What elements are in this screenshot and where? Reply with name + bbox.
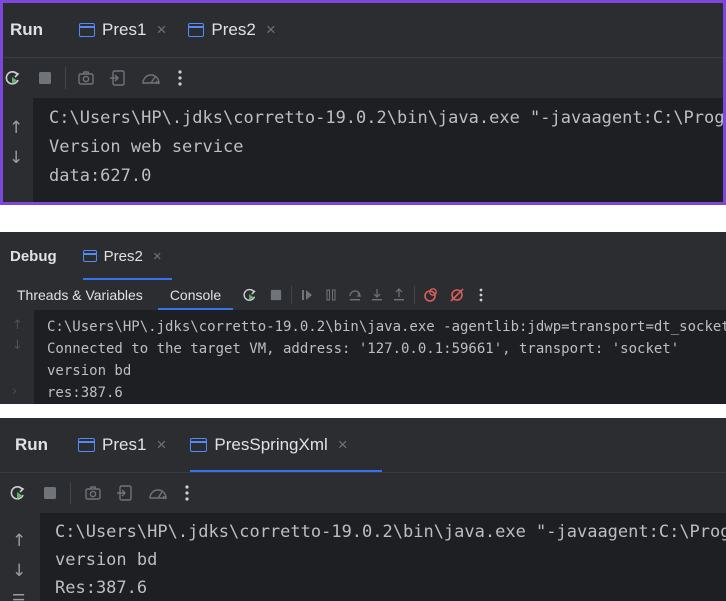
console-lines: C:\Users\HP\.jdks\corretto-19.0.2\bin\ja…	[49, 104, 723, 191]
step-over-icon[interactable]	[348, 288, 362, 302]
tool-window-title: Run	[10, 20, 44, 39]
console-lines: C:\Users\HP\.jdks\corretto-19.0.2\bin\ja…	[55, 518, 726, 601]
arrow-down-icon[interactable]: ↓	[12, 338, 23, 353]
step-into-icon[interactable]	[370, 288, 384, 302]
pause-icon[interactable]	[324, 288, 338, 302]
arrow-down-icon[interactable]: ↓	[12, 561, 26, 581]
arrow-up-icon[interactable]: ↑	[12, 531, 26, 551]
tab-console[interactable]: Console	[157, 280, 234, 310]
toolbar-separator	[70, 482, 71, 504]
more-vertical-icon[interactable]	[176, 68, 184, 88]
stop-icon[interactable]	[37, 70, 53, 86]
console-line: version bd	[47, 363, 132, 379]
console-gutter: ↑ ↓	[3, 98, 33, 202]
console-line: Res:387.6	[55, 578, 148, 598]
console-output[interactable]: ↑ ↓ › C:\Users\HP\.jdks\corretto-19.0.2\…	[0, 310, 726, 404]
close-icon[interactable]: ×	[156, 20, 166, 40]
gauge-icon[interactable]	[147, 483, 169, 503]
gauge-icon[interactable]	[140, 68, 162, 88]
tool-window-title: Debug	[10, 247, 57, 265]
stop-icon[interactable]	[269, 288, 283, 302]
tab-pres1[interactable]: Pres1 ×	[79, 3, 180, 57]
console-line: res:387.6	[47, 385, 123, 401]
more-vertical-icon[interactable]	[183, 483, 191, 503]
tab-threads-variables[interactable]: Threads & Variables	[17, 280, 143, 310]
run-tool-window-1: Run Pres1 × Pres2 × ↑ ↓ C:\Users\HP\.jdk…	[0, 0, 726, 205]
tab-pres2[interactable]: Pres2 ×	[188, 3, 289, 57]
run-tab-bar: Run Pres1 × PresSpringXml ×	[0, 418, 726, 473]
soft-wrap-icon[interactable]: ☰	[12, 591, 25, 601]
toolbar-separator	[414, 286, 416, 304]
camera-icon[interactable]	[83, 483, 103, 503]
close-icon[interactable]: ×	[266, 20, 276, 40]
console-output[interactable]: ↑ ↓ ☰ C:\Users\HP\.jdks\corretto-19.0.2\…	[0, 513, 726, 601]
run-tab-bar: Run Pres1 × Pres2 ×	[3, 3, 723, 58]
tab-presspringxml[interactable]: PresSpringXml ×	[190, 418, 383, 472]
chevron-right-icon[interactable]: ›	[12, 384, 17, 399]
tab-pres1[interactable]: Pres1 ×	[78, 418, 180, 472]
resume-icon[interactable]	[300, 288, 314, 302]
arrow-up-icon[interactable]: ↑	[9, 118, 23, 138]
close-icon[interactable]: ×	[156, 435, 166, 455]
tab-label: Pres2	[211, 20, 256, 39]
rerun-icon[interactable]	[241, 286, 259, 304]
console-tab-icon	[82, 250, 97, 262]
toolbar-separator	[65, 67, 66, 89]
run-toolbar	[3, 58, 723, 98]
tab-label: PresSpringXml	[214, 435, 328, 454]
console-lines: C:\Users\HP\.jdks\corretto-19.0.2\bin\ja…	[47, 316, 726, 404]
restore-layout-icon[interactable]	[108, 68, 128, 88]
toolbar-separator	[291, 286, 293, 304]
console-line: data:627.0	[49, 166, 152, 186]
close-icon[interactable]: ×	[338, 435, 348, 455]
console-gutter: ↑ ↓ ☰	[0, 513, 40, 601]
console-tab-icon	[188, 23, 205, 37]
rerun-icon[interactable]	[3, 68, 23, 88]
step-out-icon[interactable]	[392, 288, 406, 302]
console-line: Connected to the target VM, address: '12…	[47, 341, 680, 357]
console-tab-icon	[78, 438, 96, 452]
console-tab-icon	[79, 23, 96, 37]
tab-pres2[interactable]: Pres2 ×	[82, 232, 172, 280]
debug-toolbar: Threads & Variables Console	[0, 280, 726, 310]
console-line: C:\Users\HP\.jdks\corretto-19.0.2\bin\ja…	[55, 522, 726, 542]
console-line: C:\Users\HP\.jdks\corretto-19.0.2\bin\ja…	[49, 108, 726, 128]
stop-icon[interactable]	[42, 485, 58, 501]
console-line: Version web service	[49, 137, 244, 157]
restore-layout-icon[interactable]	[115, 483, 135, 503]
tool-window-title: Run	[15, 435, 49, 454]
console-line: version bd	[55, 550, 158, 570]
debug-tool-window: Debug Pres2 × Threads & Variables Consol…	[0, 232, 726, 404]
tab-label: Pres2	[103, 247, 143, 265]
console-gutter: ↑ ↓ ›	[0, 310, 34, 404]
debug-tab-bar: Debug Pres2 ×	[0, 232, 726, 280]
run-tool-window-2: Run Pres1 × PresSpringXml × ↑ ↓ ☰ C:\Use…	[0, 418, 726, 601]
console-tab-icon	[190, 438, 208, 452]
run-toolbar	[0, 473, 726, 513]
mute-breakpoints-icon[interactable]	[449, 287, 465, 303]
arrow-down-icon[interactable]: ↓	[9, 148, 23, 168]
tab-label: Pres1	[102, 20, 147, 39]
console-line: C:\Users\HP\.jdks\corretto-19.0.2\bin\ja…	[47, 319, 726, 335]
tab-label: Pres1	[102, 435, 147, 454]
console-output[interactable]: ↑ ↓ C:\Users\HP\.jdks\corretto-19.0.2\bi…	[3, 98, 723, 202]
close-icon[interactable]: ×	[153, 248, 162, 265]
rerun-icon[interactable]	[8, 483, 28, 503]
arrow-up-icon[interactable]: ↑	[12, 318, 23, 333]
camera-icon[interactable]	[76, 68, 96, 88]
more-vertical-icon[interactable]	[477, 287, 485, 303]
view-breakpoints-icon[interactable]	[423, 287, 439, 303]
